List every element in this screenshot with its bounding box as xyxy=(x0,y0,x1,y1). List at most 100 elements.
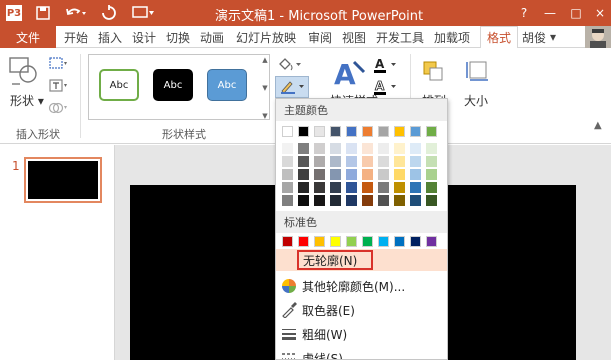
presentation-mode-icon[interactable] xyxy=(130,4,156,22)
edit-shape-icon[interactable] xyxy=(48,56,68,72)
standard-color-swatch[interactable] xyxy=(346,236,357,247)
theme-shade-swatch[interactable] xyxy=(282,156,293,167)
theme-shade-swatch[interactable] xyxy=(346,182,357,193)
tab-transitions[interactable]: 切换 xyxy=(166,26,190,48)
tab-review[interactable]: 审阅 xyxy=(308,26,332,48)
tab-slideshow[interactable]: 幻灯片放映 xyxy=(236,26,296,48)
standard-color-swatch[interactable] xyxy=(378,236,389,247)
gallery-scroll[interactable]: ▲ ▼ ▼ xyxy=(260,56,270,120)
shapes-icon[interactable] xyxy=(8,56,40,88)
tab-view[interactable]: 视图 xyxy=(342,26,366,48)
shape-outline-button[interactable] xyxy=(275,76,309,98)
theme-shade-swatch[interactable] xyxy=(282,182,293,193)
shape-fill-button[interactable] xyxy=(277,56,303,74)
theme-color-swatch[interactable] xyxy=(298,126,309,137)
collapse-ribbon-icon[interactable]: ▲ xyxy=(594,120,602,131)
theme-shade-swatch[interactable] xyxy=(314,195,325,206)
theme-shade-swatch[interactable] xyxy=(378,182,389,193)
theme-shade-swatch[interactable] xyxy=(330,182,341,193)
theme-shade-swatch[interactable] xyxy=(298,169,309,180)
theme-shade-swatch[interactable] xyxy=(346,156,357,167)
theme-shade-swatch[interactable] xyxy=(298,156,309,167)
theme-shade-swatch[interactable] xyxy=(362,169,373,180)
theme-shade-swatch[interactable] xyxy=(298,195,309,206)
theme-shade-swatch[interactable] xyxy=(346,143,357,154)
help-button[interactable]: ? xyxy=(511,0,537,26)
theme-shade-swatch[interactable] xyxy=(410,182,421,193)
arrange-icon[interactable] xyxy=(420,58,446,84)
theme-shade-swatch[interactable] xyxy=(282,169,293,180)
theme-shade-swatch[interactable] xyxy=(426,169,437,180)
tab-file[interactable]: 文件 xyxy=(0,26,56,48)
tab-design[interactable]: 设计 xyxy=(132,26,156,48)
style-tile-outline[interactable]: Abc xyxy=(99,69,139,101)
theme-shade-swatch[interactable] xyxy=(378,143,389,154)
style-tile-blue[interactable]: Abc xyxy=(207,69,247,101)
theme-color-swatch[interactable] xyxy=(426,126,437,137)
theme-color-swatch[interactable] xyxy=(346,126,357,137)
tab-addins[interactable]: 加载项 xyxy=(434,26,470,48)
theme-shade-swatch[interactable] xyxy=(298,182,309,193)
merge-shapes-icon[interactable] xyxy=(48,100,68,116)
theme-shade-swatch[interactable] xyxy=(314,169,325,180)
standard-color-swatch[interactable] xyxy=(426,236,437,247)
theme-shade-swatch[interactable] xyxy=(378,195,389,206)
text-box-icon[interactable] xyxy=(48,78,68,94)
gallery-more-icon[interactable]: ▼ xyxy=(262,112,267,120)
theme-shade-swatch[interactable] xyxy=(346,169,357,180)
theme-shade-swatch[interactable] xyxy=(426,143,437,154)
standard-color-swatch[interactable] xyxy=(298,236,309,247)
theme-shade-swatch[interactable] xyxy=(394,156,405,167)
tab-insert[interactable]: 插入 xyxy=(98,26,122,48)
theme-color-swatch[interactable] xyxy=(330,126,341,137)
user-account[interactable]: 胡俊 ▾ xyxy=(522,26,556,48)
eyedropper-item[interactable]: 取色器(E) xyxy=(276,299,447,321)
theme-shade-swatch[interactable] xyxy=(426,156,437,167)
theme-shade-swatch[interactable] xyxy=(426,195,437,206)
standard-color-swatch[interactable] xyxy=(314,236,325,247)
save-icon[interactable] xyxy=(34,4,52,22)
tab-home[interactable]: 开始 xyxy=(64,26,88,48)
standard-color-swatch[interactable] xyxy=(282,236,293,247)
dashes-item[interactable]: 虚线(S) xyxy=(276,347,447,359)
scroll-down-icon[interactable]: ▼ xyxy=(262,84,267,92)
theme-shade-swatch[interactable] xyxy=(394,169,405,180)
no-outline-item[interactable]: 无轮廓(N) xyxy=(276,249,447,271)
tab-developer[interactable]: 开发工具 xyxy=(376,26,424,48)
theme-shade-swatch[interactable] xyxy=(410,143,421,154)
theme-color-swatch[interactable] xyxy=(394,126,405,137)
theme-color-swatch[interactable] xyxy=(362,126,373,137)
theme-shade-swatch[interactable] xyxy=(362,195,373,206)
theme-shade-swatch[interactable] xyxy=(362,182,373,193)
theme-shade-swatch[interactable] xyxy=(330,169,341,180)
standard-color-swatch[interactable] xyxy=(410,236,421,247)
theme-shade-swatch[interactable] xyxy=(378,156,389,167)
theme-shade-swatch[interactable] xyxy=(362,143,373,154)
scroll-up-icon[interactable]: ▲ xyxy=(262,56,267,64)
theme-shade-swatch[interactable] xyxy=(410,156,421,167)
tab-format[interactable]: 格式 xyxy=(480,26,519,48)
theme-shade-swatch[interactable] xyxy=(394,143,405,154)
minimize-button[interactable]: — xyxy=(537,0,563,26)
standard-color-swatch[interactable] xyxy=(330,236,341,247)
undo-icon[interactable] xyxy=(64,4,88,22)
tab-animations[interactable]: 动画 xyxy=(200,26,224,48)
style-tile-black[interactable]: Abc xyxy=(153,69,193,101)
theme-shade-swatch[interactable] xyxy=(394,195,405,206)
theme-shade-swatch[interactable] xyxy=(330,195,341,206)
theme-shade-swatch[interactable] xyxy=(426,182,437,193)
theme-shade-swatch[interactable] xyxy=(314,156,325,167)
theme-shade-swatch[interactable] xyxy=(298,143,309,154)
weight-item[interactable]: 粗细(W) xyxy=(276,323,447,345)
theme-shade-swatch[interactable] xyxy=(378,169,389,180)
avatar[interactable] xyxy=(585,26,611,48)
theme-shade-swatch[interactable] xyxy=(314,182,325,193)
theme-shade-swatch[interactable] xyxy=(330,143,341,154)
text-fill-button[interactable]: A xyxy=(372,56,400,74)
theme-shade-swatch[interactable] xyxy=(362,156,373,167)
theme-shade-swatch[interactable] xyxy=(314,143,325,154)
close-button[interactable]: × xyxy=(589,0,611,26)
shapes-button[interactable]: 形状 ▾ xyxy=(10,92,44,109)
text-outline-button[interactable]: A xyxy=(372,78,400,96)
theme-shade-swatch[interactable] xyxy=(330,156,341,167)
